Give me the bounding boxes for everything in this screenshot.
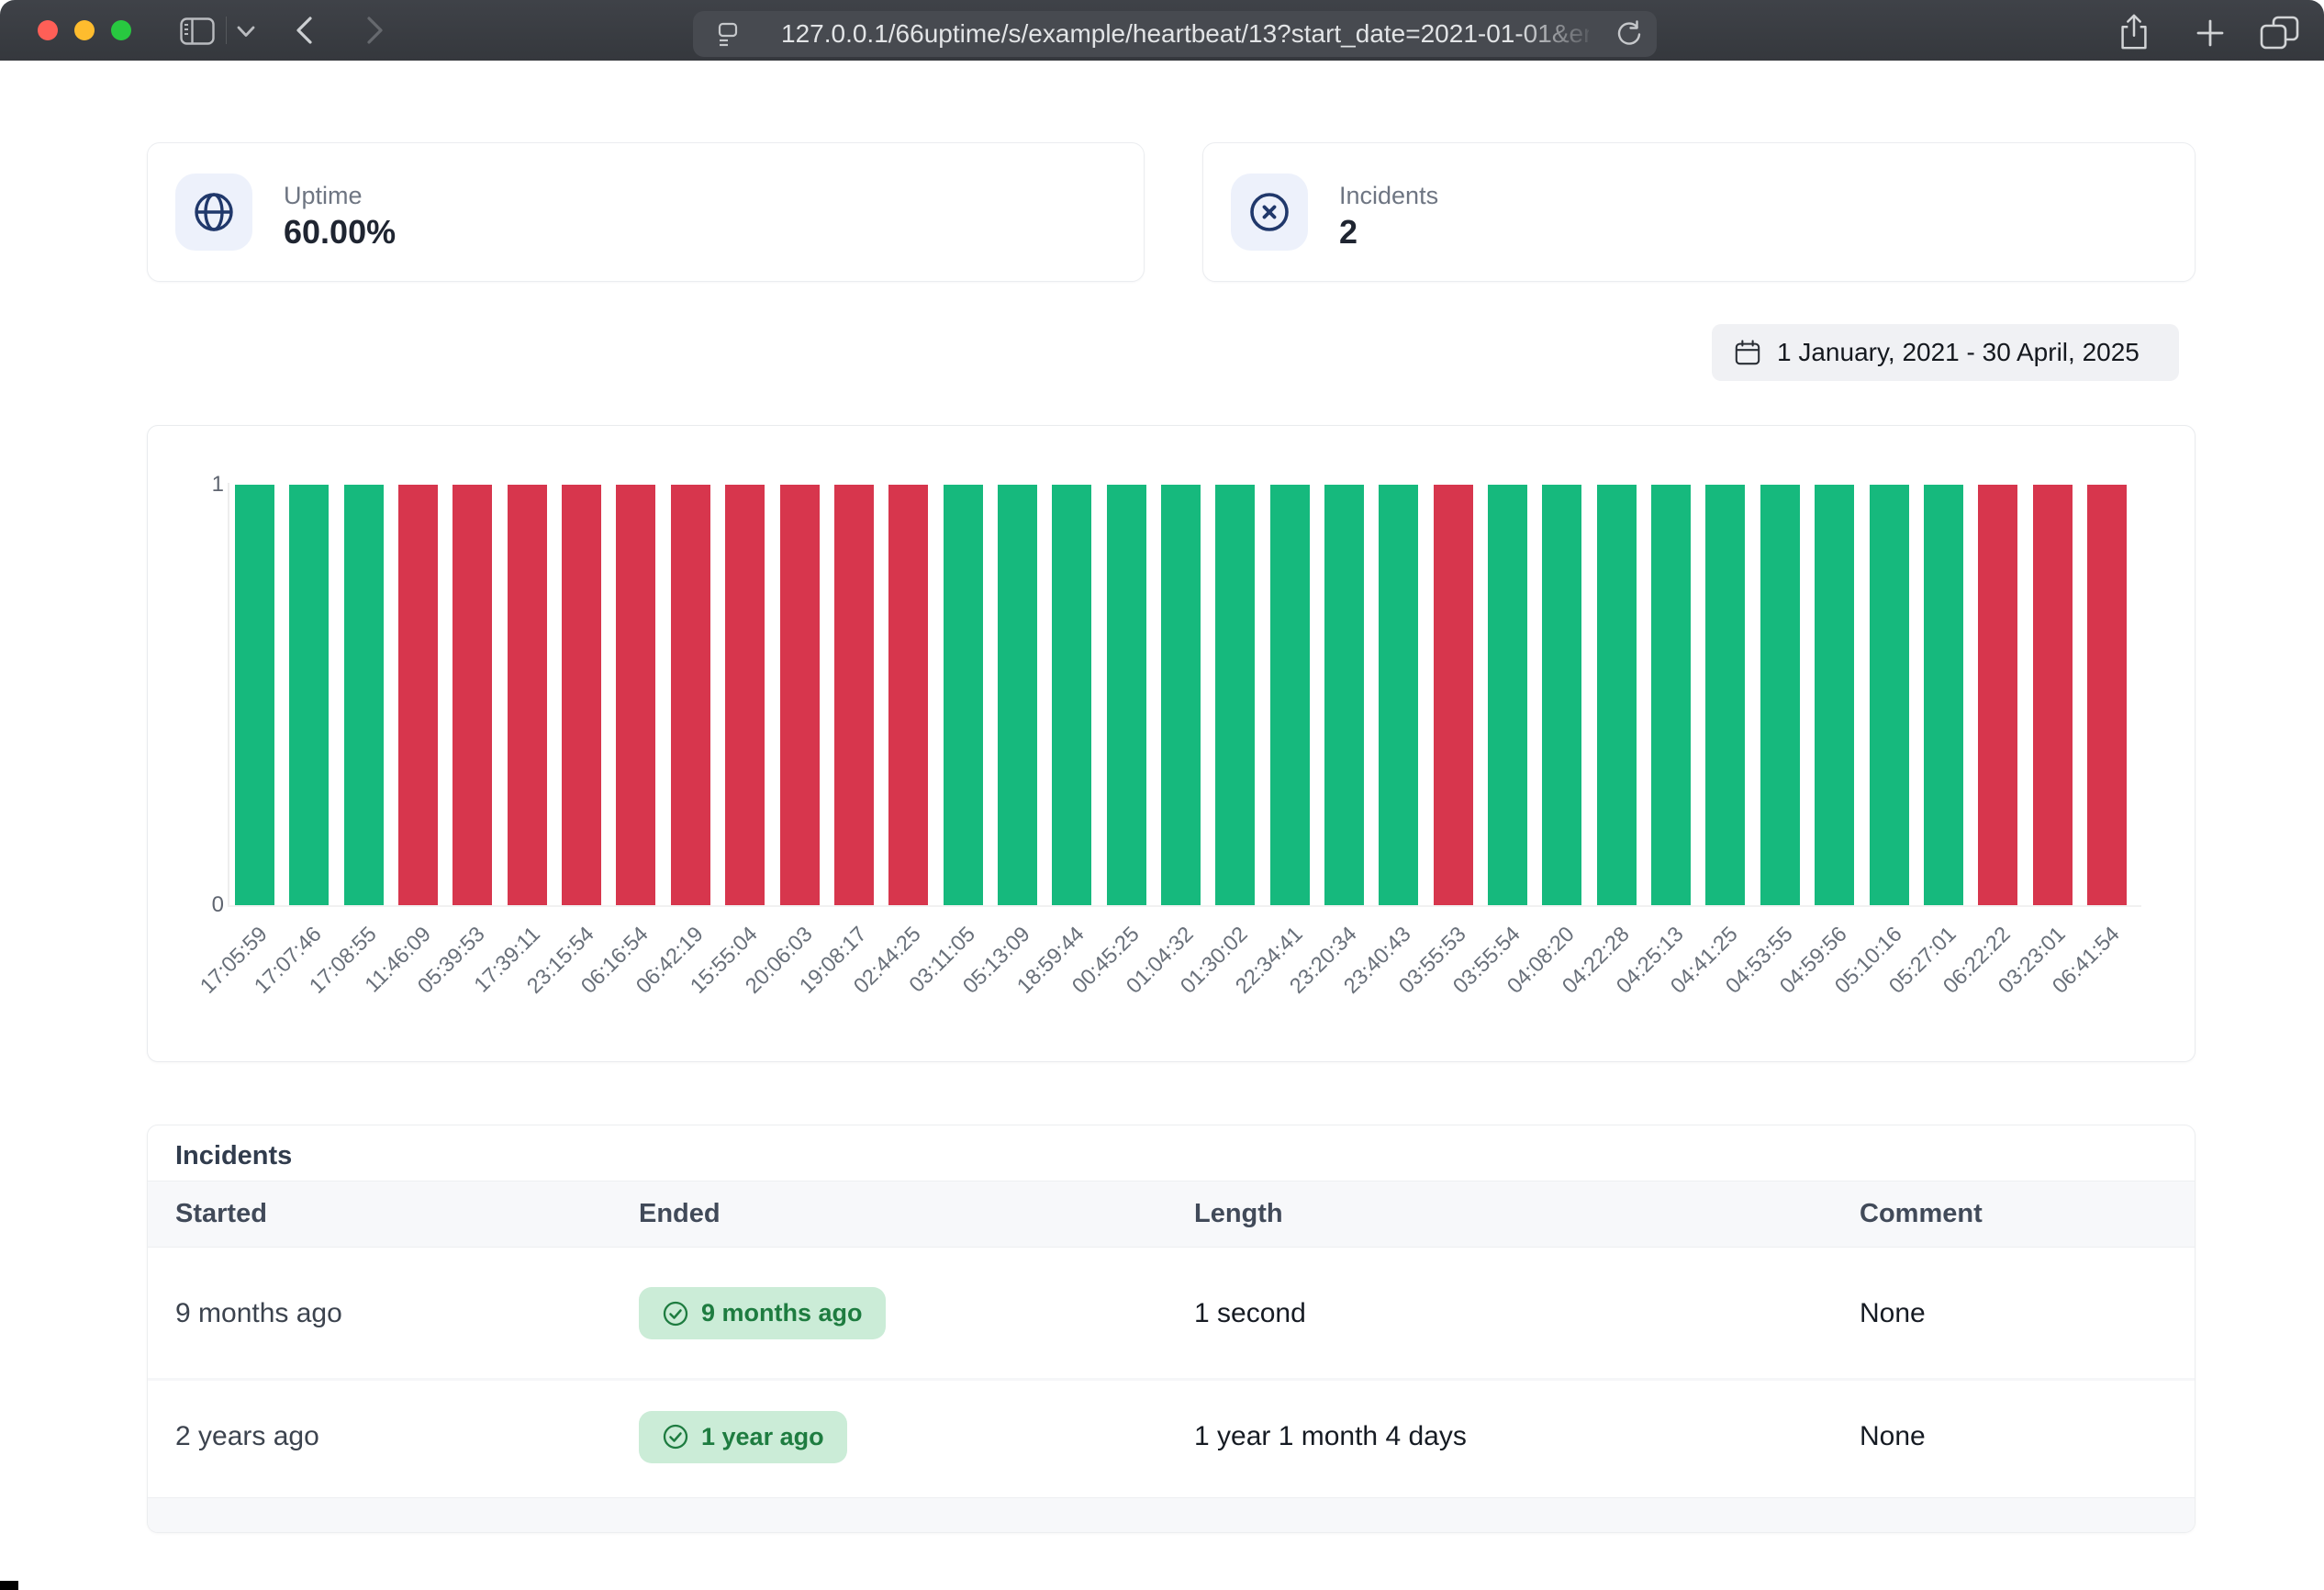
chevron-down-icon[interactable] — [237, 26, 255, 38]
date-range-text: 1 January, 2021 - 30 April, 2025 — [1777, 338, 2140, 367]
status-bar-down[interactable] — [1978, 485, 2017, 905]
uptime-value: 60.00% — [284, 213, 396, 252]
status-bar-up[interactable] — [1870, 485, 1909, 905]
status-bar-down[interactable] — [1434, 485, 1473, 905]
y-axis-line — [228, 483, 229, 907]
status-bar-up[interactable] — [1760, 485, 1800, 905]
minimize-window-button[interactable] — [74, 20, 95, 40]
status-bar-down[interactable] — [616, 485, 655, 905]
back-button[interactable] — [294, 16, 316, 45]
share-icon[interactable] — [2117, 13, 2151, 51]
check-circle-icon — [662, 1423, 689, 1450]
status-bar-up[interactable] — [1215, 485, 1255, 905]
ended-badge: 9 months ago — [639, 1287, 886, 1339]
column-header-started: Started — [175, 1199, 639, 1229]
forward-button[interactable] — [363, 16, 385, 45]
heartbeat-chart-card: 1 0 17:05:5917:07:4617:08:5511:46:0905:3… — [147, 425, 2196, 1062]
incidents-table-title: Incidents — [175, 1141, 292, 1171]
status-bar-down[interactable] — [834, 485, 874, 905]
incidents-label: Incidents — [1339, 182, 1438, 210]
status-bar-up[interactable] — [1815, 485, 1854, 905]
browser-toolbar: 127.0.0.1/66uptime/s/example/heartbeat/1… — [0, 0, 2324, 61]
cell-started: 9 months ago — [175, 1298, 639, 1329]
status-bar-up[interactable] — [998, 485, 1037, 905]
cell-ended: 1 year ago — [639, 1411, 1194, 1463]
uptime-stat-card: Uptime 60.00% — [147, 142, 1145, 282]
check-circle-icon — [662, 1300, 689, 1327]
status-bar-up[interactable] — [1324, 485, 1364, 905]
ended-badge: 1 year ago — [639, 1411, 847, 1463]
calendar-icon — [1734, 339, 1761, 366]
status-bar-down[interactable] — [453, 485, 492, 905]
x-axis-line — [228, 905, 2141, 907]
incidents-table-card: Incidents Started Ended Length Comment 9… — [147, 1125, 2196, 1533]
close-window-button[interactable] — [38, 20, 58, 40]
y-axis-tick-0: 0 — [178, 892, 224, 918]
status-bar-down[interactable] — [671, 485, 710, 905]
status-bar-up[interactable] — [1488, 485, 1527, 905]
uptime-label: Uptime — [284, 182, 363, 210]
cell-comment: None — [1860, 1298, 2195, 1329]
status-bar-up[interactable] — [344, 485, 384, 905]
status-bar-up[interactable] — [1161, 485, 1201, 905]
status-bar-up[interactable] — [1052, 485, 1091, 905]
status-bar-up[interactable] — [944, 485, 983, 905]
x-circle-icon — [1247, 190, 1291, 234]
status-bar-up[interactable] — [1705, 485, 1745, 905]
column-header-comment: Comment — [1860, 1199, 2195, 1229]
url-text[interactable]: 127.0.0.1/66uptime/s/example/heartbeat/1… — [781, 11, 1589, 57]
incident-table-row: 9 months ago 9 months ago 1 secondNone — [148, 1248, 2195, 1381]
incidents-value: 2 — [1339, 213, 1358, 252]
fullscreen-window-button[interactable] — [111, 20, 131, 40]
uptime-icon-container — [175, 174, 252, 251]
status-bar-up[interactable] — [1107, 485, 1146, 905]
status-bar-up[interactable] — [1597, 485, 1637, 905]
status-bar-up[interactable] — [1542, 485, 1581, 905]
url-fade — [1515, 13, 1598, 55]
table-footer-strip — [148, 1497, 2195, 1532]
status-bar-up[interactable] — [289, 485, 329, 905]
toolbar-divider — [226, 17, 227, 44]
tab-overview-icon[interactable] — [2258, 15, 2300, 51]
incident-table-row: 2 years ago 1 year ago 1 year 1 month 4 da… — [148, 1381, 2195, 1493]
status-bar-down[interactable] — [398, 485, 438, 905]
ended-badge-text: 1 year ago — [701, 1423, 824, 1451]
status-bar-down[interactable] — [2033, 485, 2073, 905]
cell-length: 1 year 1 month 4 days — [1194, 1421, 1860, 1452]
cell-length: 1 second — [1194, 1298, 1860, 1329]
status-bar-down[interactable] — [562, 485, 601, 905]
status-bar-up[interactable] — [235, 485, 274, 905]
address-bar[interactable]: 127.0.0.1/66uptime/s/example/heartbeat/1… — [693, 11, 1657, 57]
status-bar-up[interactable] — [1651, 485, 1691, 905]
ended-badge-text: 9 months ago — [701, 1299, 863, 1327]
cell-comment: None — [1860, 1421, 2195, 1452]
new-tab-icon[interactable] — [2196, 18, 2225, 48]
incidents-stat-card: Incidents 2 — [1202, 142, 2196, 282]
status-bar-up[interactable] — [1379, 485, 1418, 905]
status-bar-down[interactable] — [2087, 485, 2127, 905]
status-bar-down[interactable] — [725, 485, 765, 905]
status-bar-down[interactable] — [888, 485, 928, 905]
status-bar-up[interactable] — [1924, 485, 1963, 905]
status-bar-up[interactable] — [1270, 485, 1310, 905]
status-bar-down[interactable] — [780, 485, 820, 905]
page-settings-icon[interactable] — [715, 21, 741, 47]
date-range-picker[interactable]: 1 January, 2021 - 30 April, 2025 — [1712, 324, 2179, 381]
y-axis-tick-1: 1 — [178, 472, 224, 498]
screen-artifact — [0, 1581, 18, 1590]
incidents-icon-container — [1231, 174, 1308, 251]
status-bar-down[interactable] — [508, 485, 547, 905]
cell-ended: 9 months ago — [639, 1287, 1194, 1339]
table-body: 9 months ago9 months ago1 secondNone2 ye… — [148, 1248, 2195, 1493]
column-header-ended: Ended — [639, 1199, 1194, 1229]
column-header-length: Length — [1194, 1199, 1860, 1229]
globe-icon — [192, 190, 236, 234]
cell-started: 2 years ago — [175, 1421, 639, 1452]
sidebar-toggle-icon[interactable] — [180, 17, 215, 45]
table-header-row: Started Ended Length Comment — [148, 1181, 2195, 1248]
reload-icon[interactable] — [1615, 20, 1643, 48]
